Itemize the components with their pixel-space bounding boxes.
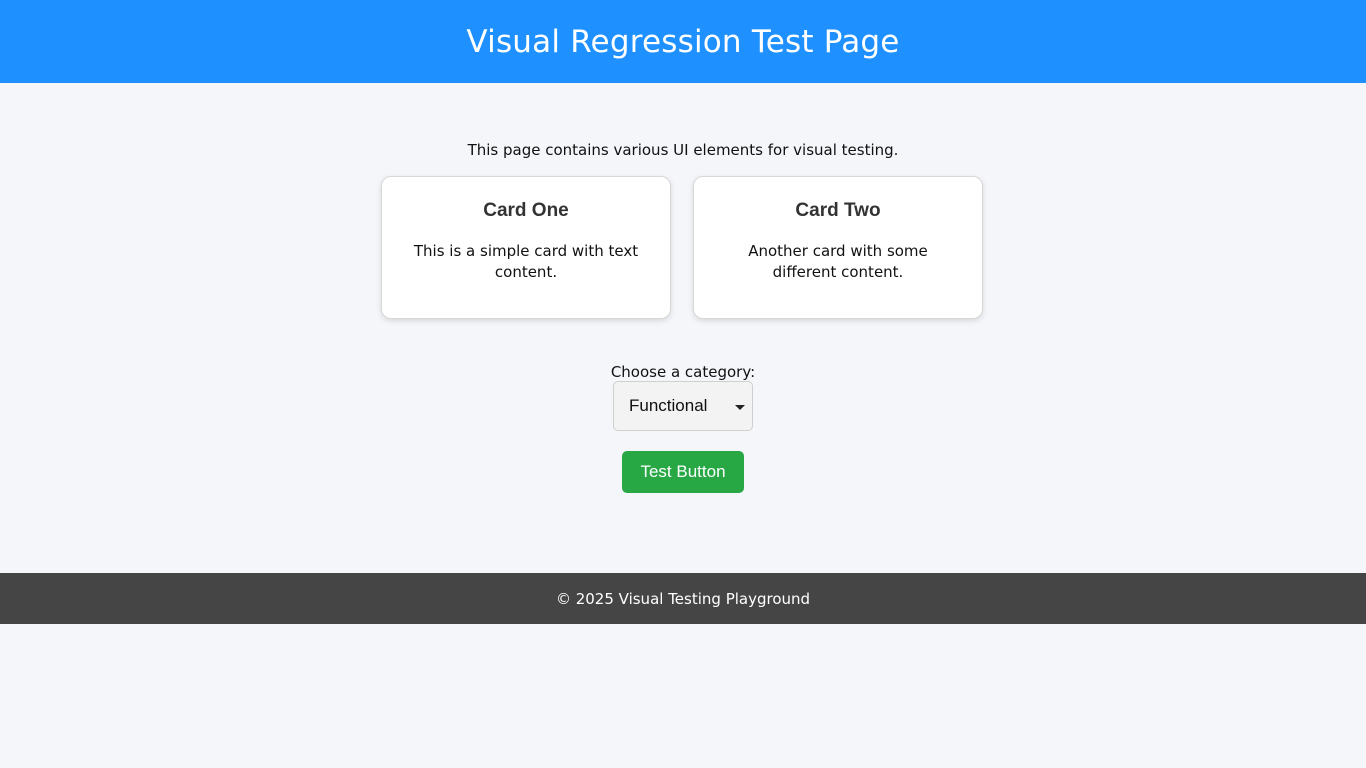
card-title: Card Two <box>795 200 881 221</box>
card-body: Another card with some different content… <box>748 242 928 281</box>
chevron-down-icon <box>735 405 745 410</box>
category-selected-value: Functional <box>629 396 708 415</box>
card-two: Card Two Another card with some differen… <box>693 176 983 319</box>
page-header: Visual Regression Test Page <box>0 0 1366 83</box>
page-title: Visual Regression Test Page <box>466 23 900 60</box>
page-footer: © 2025 Visual Testing Playground <box>0 573 1366 624</box>
card-one: Card One This is a simple card with text… <box>381 176 671 319</box>
card-body: This is a simple card with text content. <box>413 242 639 281</box>
footer-text: © 2025 Visual Testing Playground <box>555 589 811 608</box>
intro-text: This page contains various UI elements f… <box>467 141 899 159</box>
category-select[interactable]: Functional <box>613 381 753 431</box>
card-title: Card One <box>483 200 569 221</box>
category-label: Choose a category: <box>610 363 756 381</box>
test-button[interactable]: Test Button <box>622 451 744 493</box>
